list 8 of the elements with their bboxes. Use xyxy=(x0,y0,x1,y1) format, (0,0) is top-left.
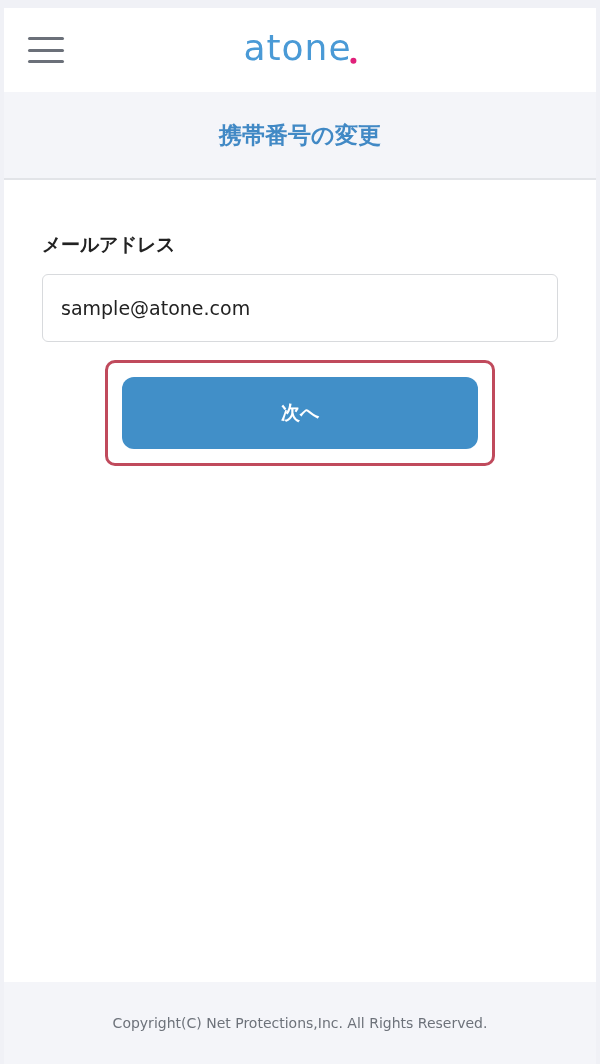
page-title: 携帯番号の変更 xyxy=(219,120,381,150)
copyright-text: Copyright(C) Net Protections,Inc. All Rights Reserved. xyxy=(112,1015,488,1031)
menu-icon[interactable] xyxy=(28,37,64,63)
field-label: メールアドレス xyxy=(42,232,176,257)
logo-dot-icon xyxy=(350,57,357,64)
email-field[interactable]: sample@atone.com xyxy=(42,274,558,342)
next-button[interactable]: 次へ xyxy=(122,377,478,449)
logo: atone xyxy=(243,29,352,66)
